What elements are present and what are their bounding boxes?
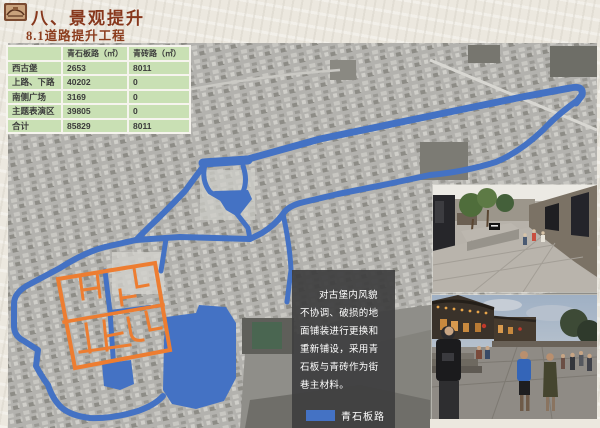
photo-street-dusk-art <box>432 295 597 419</box>
table-header-row: 青石板路（㎡） 青砖路（㎡） <box>8 47 189 60</box>
table-row: 主题表演区 39805 0 <box>8 105 189 118</box>
map-legend: 青石板路 青砖路 <box>300 408 387 428</box>
table-row-total: 合计 85829 8011 <box>8 120 189 133</box>
legend-item-stone: 青石板路 <box>306 408 387 423</box>
road-quantity-table: 青石板路（㎡） 青砖路（㎡） 西古堡 2653 8011 上路、下路 40202… <box>6 45 191 134</box>
stone-value: 39805 <box>63 105 127 118</box>
brick-value: 0 <box>129 91 189 104</box>
header-brick-road: 青砖路（㎡） <box>129 47 189 60</box>
header-empty <box>8 47 61 60</box>
brick-value: 0 <box>129 76 189 89</box>
table-row: 南侧广场 3169 0 <box>8 91 189 104</box>
slide: 八、景观提升 8.1道路提升工程 青石板路（㎡） 青砖路（㎡） 西古堡 2653… <box>0 0 600 428</box>
bridge-stamp-icon <box>4 3 27 21</box>
row-label: 主题表演区 <box>8 105 61 118</box>
row-label: 南侧广场 <box>8 91 61 104</box>
road-mid-horizontal <box>136 237 250 240</box>
photo-street-day-art <box>433 185 597 292</box>
note-box: 对古堡内风貌不协调、破损的地面铺装进行更换和重新铺设，采用青石板与青砖作为街巷主… <box>292 270 395 428</box>
row-label: 西古堡 <box>8 62 61 75</box>
brick-value: 8011 <box>129 120 189 133</box>
note-text: 对古堡内风貌不协调、破损的地面铺装进行更换和重新铺设，采用青石板与青砖作为街巷主… <box>300 287 387 395</box>
background-strip <box>430 419 600 428</box>
legend-label: 青石板路 <box>341 408 385 423</box>
row-label: 合计 <box>8 120 61 133</box>
header-stone-road: 青石板路（㎡） <box>63 47 127 60</box>
photo-street-day <box>433 185 597 292</box>
stone-value: 2653 <box>63 62 127 75</box>
page-subtitle: 8.1道路提升工程 <box>26 25 126 44</box>
table-row: 上路、下路 40202 0 <box>8 76 189 89</box>
stone-road-swatch <box>306 410 335 421</box>
stone-value: 3169 <box>63 91 127 104</box>
stone-value: 40202 <box>63 76 127 89</box>
row-label: 上路、下路 <box>8 76 61 89</box>
fort-gate-plaza <box>102 360 134 390</box>
photo-street-dusk <box>432 295 597 419</box>
brick-value: 0 <box>129 105 189 118</box>
table-row: 西古堡 2653 8011 <box>8 62 189 75</box>
brick-value: 8011 <box>129 62 189 75</box>
stone-value: 85829 <box>63 120 127 133</box>
performance-area <box>163 305 236 409</box>
